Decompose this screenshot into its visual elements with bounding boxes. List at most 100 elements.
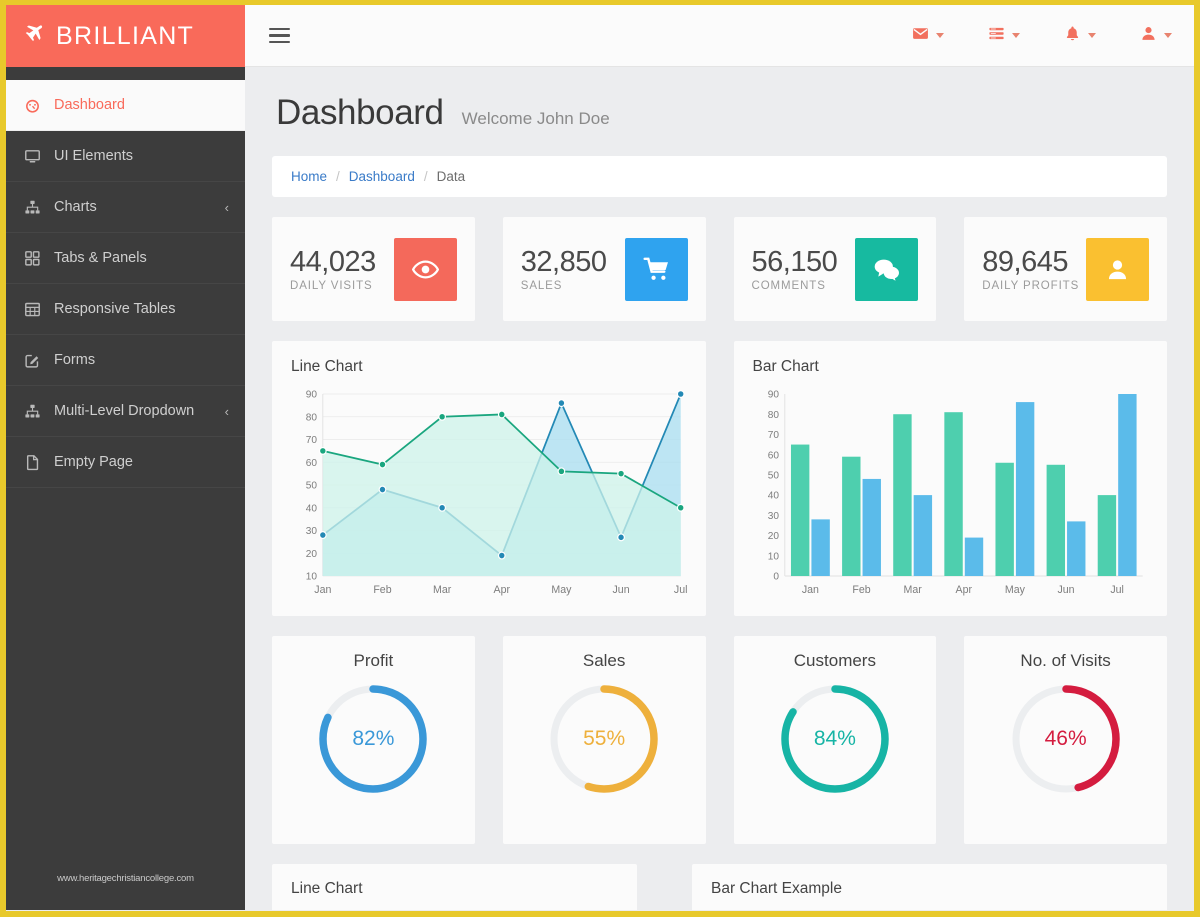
cart-icon xyxy=(624,237,688,301)
bottom-bar-chart-title: Bar Chart Example xyxy=(711,880,842,897)
brand-name: BRILLIANT xyxy=(56,21,195,50)
user-icon xyxy=(1140,25,1157,46)
stat-label: SALES xyxy=(520,280,563,293)
svg-text:May: May xyxy=(1004,584,1025,596)
svg-text:Apr: Apr xyxy=(494,584,511,596)
svg-text:Mar: Mar xyxy=(433,584,452,596)
sidebar-item-responsive-tables[interactable]: Responsive Tables xyxy=(6,284,245,335)
donut-title: Sales xyxy=(582,651,626,670)
svg-text:20: 20 xyxy=(306,549,318,560)
donut-chart: 55% xyxy=(544,679,664,799)
app-root: BRILLIANT Dashboard UI Elements Charts ‹ Tab… xyxy=(6,5,1194,910)
svg-text:40: 40 xyxy=(767,491,779,502)
sidebar-item-dashboard[interactable]: Dashboard xyxy=(6,80,245,131)
donut-value: 84% xyxy=(813,727,856,750)
sidebar-item-charts[interactable]: Charts ‹ xyxy=(6,182,245,233)
bottom-line-chart-title: Line Chart xyxy=(291,880,363,897)
stat-card[interactable]: 89,645 DAILY PROFITS xyxy=(964,217,1167,321)
svg-text:60: 60 xyxy=(767,450,779,461)
page-subtitle: Welcome John Doe xyxy=(461,109,610,128)
topbar xyxy=(245,5,1194,67)
bar-chart-title: Bar Chart xyxy=(752,358,819,375)
svg-text:50: 50 xyxy=(306,480,318,491)
user-icon xyxy=(1086,237,1149,301)
plane-icon xyxy=(24,24,45,48)
donut-card-col: Sales 55% xyxy=(502,636,706,844)
chevron-left-icon[interactable]: ‹ xyxy=(225,200,229,215)
chevron-down-icon[interactable] xyxy=(1088,33,1096,38)
svg-text:Jul: Jul xyxy=(1110,584,1124,596)
svg-text:80: 80 xyxy=(306,412,318,423)
svg-text:Jul: Jul xyxy=(674,584,687,596)
donut-card-col: Profit 82% xyxy=(272,636,475,844)
svg-text:Jun: Jun xyxy=(613,584,630,596)
svg-text:90: 90 xyxy=(767,389,779,400)
tasks-dropdown[interactable] xyxy=(988,25,1020,46)
content-area: Dashboard Welcome John Doe Home / Dashbo… xyxy=(245,67,1194,910)
bar-chart-panel: Bar Chart 0 10 20 30 40 50 60 70 80 90 Jan Feb Mar Ap… xyxy=(733,341,1167,616)
breadcrumb-separator: / xyxy=(423,169,428,184)
donut-chart: 46% xyxy=(1006,679,1126,799)
line-chart-title: Line Chart xyxy=(291,358,363,375)
stat-card[interactable]: 32,850 SALES xyxy=(502,217,706,321)
eye-icon xyxy=(393,237,457,301)
donut-value: 55% xyxy=(583,727,626,750)
sidebar-item-label: UI Elements xyxy=(54,148,133,164)
svg-text:90: 90 xyxy=(306,389,318,400)
sidebar-item-multi-level-dropdown[interactable]: Multi-Level Dropdown ‹ xyxy=(6,386,245,437)
donut-chart: 82% xyxy=(313,679,433,799)
breadcrumb-dashboard[interactable]: Dashboard xyxy=(349,169,415,184)
hamburger-icon[interactable] xyxy=(269,27,290,44)
comments-icon xyxy=(855,237,919,301)
breadcrumb-current: Data xyxy=(436,169,466,184)
svg-text:Mar: Mar xyxy=(903,584,922,596)
stat-card-row: 44,023 DAILY VISITS 32,850 SALES 56,150 COMME… xyxy=(272,217,1167,321)
breadcrumb: Home / Dashboard / Data xyxy=(272,156,1167,197)
bar-chart-panel-col: Bar Chart 0 10 20 30 40 50 60 70 80 90 Jan Feb Mar Ap… xyxy=(733,341,1167,616)
donut-card: No. of Visits 46% xyxy=(964,636,1167,844)
svg-text:80: 80 xyxy=(767,410,779,421)
sidebar-item-tabs-panels[interactable]: Tabs & Panels xyxy=(6,233,245,284)
sidebar-item-label: Multi-Level Dropdown xyxy=(54,403,195,419)
stat-card[interactable]: 44,023 DAILY VISITS xyxy=(272,217,475,321)
svg-text:70: 70 xyxy=(306,435,318,446)
bell-icon xyxy=(1064,25,1081,46)
bar-chart-canvas: 0 10 20 30 40 50 60 70 80 90 Jan Feb Mar Apr May Jun Jul xyxy=(753,382,1149,604)
stat-text: 89,645 DAILY PROFITS xyxy=(982,246,1079,292)
bell-dropdown[interactable] xyxy=(1064,25,1096,46)
stat-value: 89,645 xyxy=(982,245,1068,278)
line-chart-panel: Line Chart 10 20 30 40 50 60 70 80 90 Jan Feb Mar Ap… xyxy=(272,341,706,616)
chevron-down-icon[interactable] xyxy=(1012,33,1020,38)
sidebar-item-ui-elements[interactable]: UI Elements xyxy=(6,131,245,182)
donut-value: 82% xyxy=(352,727,395,750)
donut-title: No. of Visits xyxy=(1020,651,1111,670)
donut-card-col: No. of Visits 46% xyxy=(964,636,1167,844)
chevron-left-icon[interactable]: ‹ xyxy=(225,404,229,419)
envelope-dropdown[interactable] xyxy=(912,25,944,46)
stat-label: DAILY VISITS xyxy=(290,280,373,293)
breadcrumb-home[interactable]: Home xyxy=(291,169,327,184)
chevron-down-icon[interactable] xyxy=(936,33,944,38)
bottom-panel-row: Line Chart Bar Chart Example xyxy=(272,864,1167,910)
edit-icon xyxy=(24,352,54,369)
stat-card-col: 32,850 SALES xyxy=(502,217,706,321)
chevron-down-icon[interactable] xyxy=(1164,33,1172,38)
sidebar-item-empty-page[interactable]: Empty Page xyxy=(6,437,245,488)
stat-card[interactable]: 56,150 COMMENTS xyxy=(733,217,937,321)
donut-card: Customers 84% xyxy=(733,636,937,844)
brand-logo[interactable]: BRILLIANT xyxy=(6,5,245,67)
svg-text:Jan: Jan xyxy=(314,584,331,596)
sitemap-icon xyxy=(24,199,54,216)
stat-label: COMMENTS xyxy=(751,280,826,293)
svg-text:30: 30 xyxy=(306,526,318,537)
grid-icon xyxy=(24,250,54,267)
line-chart-panel-col: Line Chart 10 20 30 40 50 60 70 80 90 Jan Feb Mar Ap… xyxy=(272,341,706,616)
user-dropdown[interactable] xyxy=(1140,25,1172,46)
svg-text:10: 10 xyxy=(306,571,318,582)
stat-card-col: 89,645 DAILY PROFITS xyxy=(964,217,1167,321)
stat-text: 44,023 DAILY VISITS xyxy=(290,246,376,292)
bottom-bar-chart-panel: Bar Chart Example xyxy=(692,864,1167,910)
sidebar-item-forms[interactable]: Forms xyxy=(6,335,245,386)
desktop-icon xyxy=(24,148,54,165)
stat-value: 56,150 xyxy=(751,245,838,278)
